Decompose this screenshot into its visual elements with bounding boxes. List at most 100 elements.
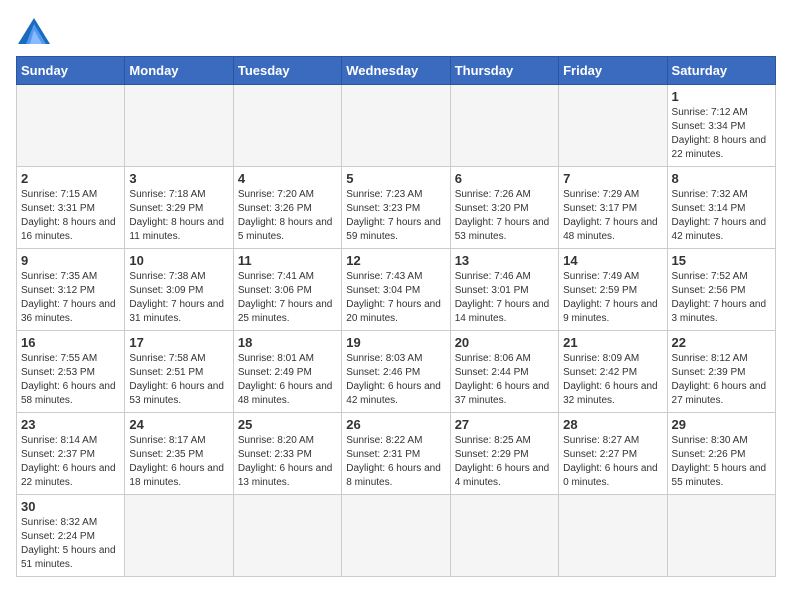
calendar-cell-w5-d2 (233, 495, 341, 577)
calendar-cell-w1-d4: 6 Sunrise: 7:26 AM Sunset: 3:20 PM Daylig… (450, 167, 558, 249)
weekday-header-sunday: Sunday (17, 57, 125, 85)
day-number: 1 (672, 89, 771, 104)
day-info: Sunrise: 8:30 AM Sunset: 2:26 PM Dayligh… (672, 434, 771, 490)
calendar-week-0: 1 Sunrise: 7:12 AM Sunset: 3:34 PM Daylig… (17, 85, 776, 167)
day-number: 2 (21, 171, 120, 186)
day-number: 15 (672, 253, 771, 268)
day-info: Sunrise: 8:14 AM Sunset: 2:37 PM Dayligh… (21, 434, 120, 490)
day-info: Sunrise: 7:20 AM Sunset: 3:26 PM Dayligh… (238, 188, 337, 244)
calendar-cell-w0-d1 (125, 85, 233, 167)
day-number: 14 (563, 253, 662, 268)
calendar-cell-w5-d3 (342, 495, 450, 577)
day-number: 20 (455, 335, 554, 350)
calendar-body: 1 Sunrise: 7:12 AM Sunset: 3:34 PM Daylig… (17, 85, 776, 577)
calendar-cell-w3-d4: 20 Sunrise: 8:06 AM Sunset: 2:44 PM Dayli… (450, 331, 558, 413)
day-number: 23 (21, 417, 120, 432)
calendar-week-5: 30 Sunrise: 8:32 AM Sunset: 2:24 PM Dayli… (17, 495, 776, 577)
day-number: 28 (563, 417, 662, 432)
day-number: 13 (455, 253, 554, 268)
weekday-header-friday: Friday (559, 57, 667, 85)
day-info: Sunrise: 7:23 AM Sunset: 3:23 PM Dayligh… (346, 188, 445, 244)
calendar-cell-w0-d6: 1 Sunrise: 7:12 AM Sunset: 3:34 PM Daylig… (667, 85, 775, 167)
calendar-cell-w4-d0: 23 Sunrise: 8:14 AM Sunset: 2:37 PM Dayli… (17, 413, 125, 495)
day-info: Sunrise: 8:06 AM Sunset: 2:44 PM Dayligh… (455, 352, 554, 408)
calendar-table: SundayMondayTuesdayWednesdayThursdayFrid… (16, 56, 776, 577)
calendar-cell-w1-d3: 5Sunrise: 7:23 AM Sunset: 3:23 PM Daylig… (342, 167, 450, 249)
calendar-header: SundayMondayTuesdayWednesdayThursdayFrid… (17, 57, 776, 85)
calendar-cell-w2-d5: 14Sunrise: 7:49 AM Sunset: 2:59 PM Dayli… (559, 249, 667, 331)
day-info: Sunrise: 7:18 AM Sunset: 3:29 PM Dayligh… (129, 188, 228, 244)
calendar-week-3: 16 Sunrise: 7:55 AM Sunset: 2:53 PM Dayli… (17, 331, 776, 413)
day-info: Sunrise: 7:55 AM Sunset: 2:53 PM Dayligh… (21, 352, 120, 408)
calendar-cell-w3-d0: 16 Sunrise: 7:55 AM Sunset: 2:53 PM Dayli… (17, 331, 125, 413)
weekday-header-thursday: Thursday (450, 57, 558, 85)
calendar-cell-w3-d1: 17 Sunrise: 7:58 AM Sunset: 2:51 PM Dayli… (125, 331, 233, 413)
day-number: 11 (238, 253, 337, 268)
day-number: 10 (129, 253, 228, 268)
page-header (16, 16, 776, 46)
day-info: Sunrise: 7:58 AM Sunset: 2:51 PM Dayligh… (129, 352, 228, 408)
day-info: Sunrise: 8:17 AM Sunset: 2:35 PM Dayligh… (129, 434, 228, 490)
day-number: 27 (455, 417, 554, 432)
calendar-cell-w5-d5 (559, 495, 667, 577)
day-info: Sunrise: 7:43 AM Sunset: 3:04 PM Dayligh… (346, 270, 445, 326)
weekday-header-tuesday: Tuesday (233, 57, 341, 85)
day-number: 29 (672, 417, 771, 432)
day-info: Sunrise: 8:01 AM Sunset: 2:49 PM Dayligh… (238, 352, 337, 408)
day-info: Sunrise: 7:26 AM Sunset: 3:20 PM Dayligh… (455, 188, 554, 244)
day-info: Sunrise: 7:32 AM Sunset: 3:14 PM Dayligh… (672, 188, 771, 244)
day-info: Sunrise: 7:29 AM Sunset: 3:17 PM Dayligh… (563, 188, 662, 244)
calendar-cell-w1-d1: 3 Sunrise: 7:18 AM Sunset: 3:29 PM Daylig… (125, 167, 233, 249)
day-info: Sunrise: 8:20 AM Sunset: 2:33 PM Dayligh… (238, 434, 337, 490)
day-number: 3 (129, 171, 228, 186)
day-info: Sunrise: 8:03 AM Sunset: 2:46 PM Dayligh… (346, 352, 445, 408)
day-number: 9 (21, 253, 120, 268)
calendar-cell-w3-d5: 21 Sunrise: 8:09 AM Sunset: 2:42 PM Dayli… (559, 331, 667, 413)
weekday-header-monday: Monday (125, 57, 233, 85)
calendar-cell-w2-d6: 15Sunrise: 7:52 AM Sunset: 2:56 PM Dayli… (667, 249, 775, 331)
day-number: 19 (346, 335, 445, 350)
day-info: Sunrise: 8:09 AM Sunset: 2:42 PM Dayligh… (563, 352, 662, 408)
calendar-cell-w3-d3: 19 Sunrise: 8:03 AM Sunset: 2:46 PM Dayli… (342, 331, 450, 413)
day-number: 22 (672, 335, 771, 350)
day-info: Sunrise: 7:41 AM Sunset: 3:06 PM Dayligh… (238, 270, 337, 326)
calendar-cell-w0-d2 (233, 85, 341, 167)
day-number: 16 (21, 335, 120, 350)
calendar-cell-w1-d2: 4Sunrise: 7:20 AM Sunset: 3:26 PM Daylig… (233, 167, 341, 249)
day-info: Sunrise: 7:46 AM Sunset: 3:01 PM Dayligh… (455, 270, 554, 326)
day-info: Sunrise: 8:32 AM Sunset: 2:24 PM Dayligh… (21, 516, 120, 572)
day-info: Sunrise: 8:25 AM Sunset: 2:29 PM Dayligh… (455, 434, 554, 490)
calendar-cell-w2-d2: 11 Sunrise: 7:41 AM Sunset: 3:06 PM Dayli… (233, 249, 341, 331)
calendar-cell-w0-d0 (17, 85, 125, 167)
day-number: 30 (21, 499, 120, 514)
day-number: 26 (346, 417, 445, 432)
calendar-cell-w5-d0: 30 Sunrise: 8:32 AM Sunset: 2:24 PM Dayli… (17, 495, 125, 577)
calendar-cell-w1-d6: 8 Sunrise: 7:32 AM Sunset: 3:14 PM Daylig… (667, 167, 775, 249)
calendar-week-2: 9Sunrise: 7:35 AM Sunset: 3:12 PM Daylig… (17, 249, 776, 331)
day-number: 17 (129, 335, 228, 350)
weekday-header-saturday: Saturday (667, 57, 775, 85)
day-number: 24 (129, 417, 228, 432)
calendar-cell-w2-d3: 12Sunrise: 7:43 AM Sunset: 3:04 PM Dayli… (342, 249, 450, 331)
calendar-cell-w5-d1 (125, 495, 233, 577)
day-info: Sunrise: 8:27 AM Sunset: 2:27 PM Dayligh… (563, 434, 662, 490)
logo (16, 16, 56, 46)
day-info: Sunrise: 7:12 AM Sunset: 3:34 PM Dayligh… (672, 106, 771, 162)
calendar-week-1: 2Sunrise: 7:15 AM Sunset: 3:31 PM Daylig… (17, 167, 776, 249)
calendar-cell-w4-d4: 27 Sunrise: 8:25 AM Sunset: 2:29 PM Dayli… (450, 413, 558, 495)
day-number: 7 (563, 171, 662, 186)
calendar-cell-w5-d4 (450, 495, 558, 577)
day-number: 8 (672, 171, 771, 186)
calendar-cell-w3-d2: 18Sunrise: 8:01 AM Sunset: 2:49 PM Dayli… (233, 331, 341, 413)
weekday-header-row: SundayMondayTuesdayWednesdayThursdayFrid… (17, 57, 776, 85)
day-info: Sunrise: 7:38 AM Sunset: 3:09 PM Dayligh… (129, 270, 228, 326)
logo-icon (16, 16, 52, 46)
calendar-cell-w4-d5: 28 Sunrise: 8:27 AM Sunset: 2:27 PM Dayli… (559, 413, 667, 495)
day-number: 21 (563, 335, 662, 350)
calendar-cell-w2-d1: 10 Sunrise: 7:38 AM Sunset: 3:09 PM Dayli… (125, 249, 233, 331)
calendar-cell-w4-d6: 29 Sunrise: 8:30 AM Sunset: 2:26 PM Dayli… (667, 413, 775, 495)
day-number: 6 (455, 171, 554, 186)
calendar-cell-w4-d1: 24 Sunrise: 8:17 AM Sunset: 2:35 PM Dayli… (125, 413, 233, 495)
calendar-week-4: 23 Sunrise: 8:14 AM Sunset: 2:37 PM Dayli… (17, 413, 776, 495)
calendar-cell-w1-d5: 7 Sunrise: 7:29 AM Sunset: 3:17 PM Daylig… (559, 167, 667, 249)
